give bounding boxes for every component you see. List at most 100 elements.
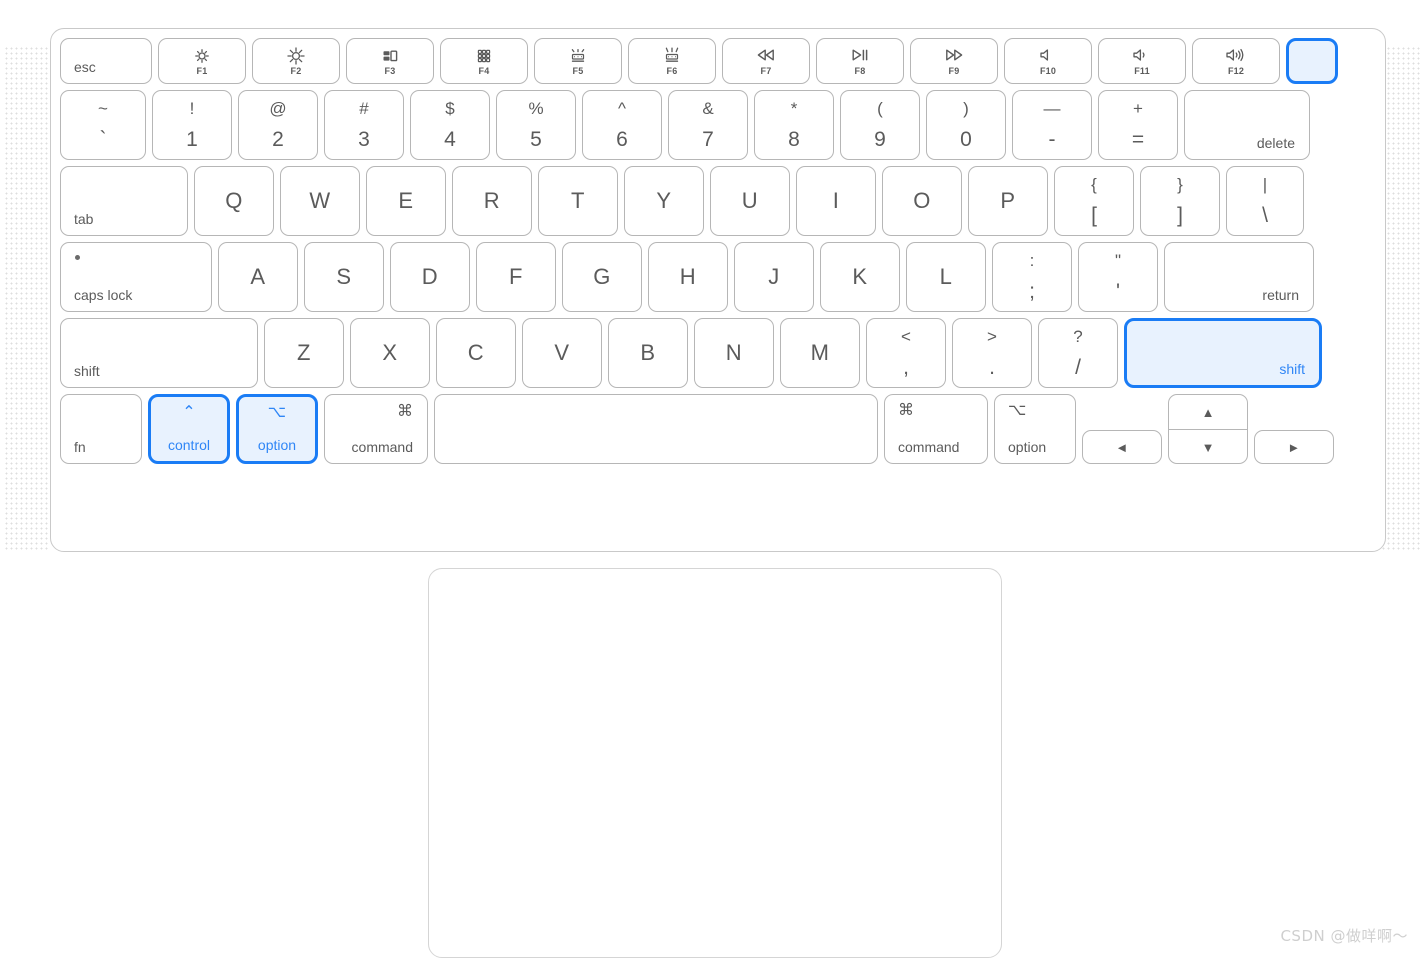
- keyboard-backlight-up-icon: [629, 47, 715, 65]
- key-letter-e[interactable]: E: [366, 166, 446, 236]
- key-char: J: [768, 264, 780, 289]
- key-letter-d[interactable]: D: [390, 242, 470, 312]
- key-letter-q[interactable]: Q: [194, 166, 274, 236]
- key-letter-j[interactable]: J: [734, 242, 814, 312]
- trackpad[interactable]: [428, 568, 1002, 958]
- key-space[interactable]: [434, 394, 878, 464]
- key-char: U: [741, 188, 759, 213]
- key-letter-o[interactable]: O: [882, 166, 962, 236]
- key-f3[interactable]: F3: [346, 38, 434, 84]
- key-f6[interactable]: F6: [628, 38, 716, 84]
- key-backslash[interactable]: | \: [1226, 166, 1304, 236]
- key-arrow-up[interactable]: ▲: [1169, 395, 1247, 429]
- key-letter-l[interactable]: L: [906, 242, 986, 312]
- key-quote[interactable]: " ': [1078, 242, 1158, 312]
- brightness-up-icon: [253, 47, 339, 65]
- key-fn[interactable]: fn: [60, 394, 142, 464]
- key-option-right[interactable]: ⌥ option: [994, 394, 1076, 464]
- key-digit-4[interactable]: $4: [410, 90, 490, 160]
- key-touch-id[interactable]: [1286, 38, 1338, 84]
- keyboard-backlight-down-icon: [535, 47, 621, 65]
- key-minus[interactable]: — -: [1012, 90, 1092, 160]
- key-slash[interactable]: ? /: [1038, 318, 1118, 388]
- key-bottom-symbol: 5: [530, 128, 542, 151]
- key-backtick[interactable]: ~ `: [60, 90, 146, 160]
- key-f11[interactable]: F11: [1098, 38, 1186, 84]
- key-semicolon[interactable]: :;: [992, 242, 1072, 312]
- key-equals[interactable]: + =: [1098, 90, 1178, 160]
- key-char: F: [509, 264, 523, 289]
- key-letter-h[interactable]: H: [648, 242, 728, 312]
- arrow-up-icon: ▲: [1201, 404, 1215, 420]
- key-letter-z[interactable]: Z: [264, 318, 344, 388]
- key-letter-c[interactable]: C: [436, 318, 516, 388]
- key-bottom-symbol: 9: [874, 128, 886, 151]
- key-letter-x[interactable]: X: [350, 318, 430, 388]
- key-return[interactable]: return: [1164, 242, 1314, 312]
- key-letter-k[interactable]: K: [820, 242, 900, 312]
- key-digit-6[interactable]: ^ 6: [582, 90, 662, 160]
- key-digit-7[interactable]: & 7: [668, 90, 748, 160]
- key-f2[interactable]: F2: [252, 38, 340, 84]
- fkey-label: F2: [290, 66, 302, 76]
- key-bottom-symbol: ]: [1177, 204, 1183, 227]
- key-f8[interactable]: F8: [816, 38, 904, 84]
- key-f9[interactable]: F9: [910, 38, 998, 84]
- key-modifier-symbol: ⌥: [267, 404, 287, 421]
- key-bracket-right[interactable]: }]: [1140, 166, 1220, 236]
- key-digit-8[interactable]: * 8: [754, 90, 834, 160]
- key-control[interactable]: ⌃ control: [148, 394, 230, 464]
- key-tab[interactable]: tab: [60, 166, 188, 236]
- key-command-left[interactable]: ⌘ command: [324, 394, 428, 464]
- key-comma[interactable]: <,: [866, 318, 946, 388]
- key-caps-lock[interactable]: caps lock: [60, 242, 212, 312]
- key-letter-m[interactable]: M: [780, 318, 860, 388]
- key-arrow-left[interactable]: ◄: [1082, 430, 1162, 464]
- key-period[interactable]: >.: [952, 318, 1032, 388]
- key-letter-i[interactable]: I: [796, 166, 876, 236]
- key-digit-5[interactable]: % 5: [496, 90, 576, 160]
- key-letter-a[interactable]: A: [218, 242, 298, 312]
- key-top-symbol: ~: [98, 99, 108, 118]
- key-arrow-down[interactable]: ▼: [1169, 430, 1247, 464]
- key-letter-w[interactable]: W: [280, 166, 360, 236]
- key-arrow-right[interactable]: ►: [1254, 430, 1334, 464]
- key-f12[interactable]: F12: [1192, 38, 1280, 84]
- key-letter-n[interactable]: N: [694, 318, 774, 388]
- key-letter-b[interactable]: B: [608, 318, 688, 388]
- key-letter-u[interactable]: U: [710, 166, 790, 236]
- key-letter-g[interactable]: G: [562, 242, 642, 312]
- volume-down-icon: [1099, 47, 1185, 63]
- key-letter-r[interactable]: R: [452, 166, 532, 236]
- key-bottom-symbol: -: [1048, 128, 1056, 151]
- key-digit-3[interactable]: #3: [324, 90, 404, 160]
- key-shift-right[interactable]: shift: [1124, 318, 1322, 388]
- key-letter-t[interactable]: T: [538, 166, 618, 236]
- key-letter-p[interactable]: P: [968, 166, 1048, 236]
- key-char: Q: [225, 188, 243, 213]
- key-top-symbol: <: [901, 327, 911, 346]
- key-top-symbol: {: [1091, 175, 1097, 194]
- key-delete[interactable]: delete: [1184, 90, 1310, 160]
- keyboard-row-bottom-letter-row: shift Z X C V B N M <, >.? / shift: [60, 318, 1338, 388]
- key-digit-1[interactable]: ! 1: [152, 90, 232, 160]
- key-shift-left[interactable]: shift: [60, 318, 258, 388]
- key-command-right[interactable]: ⌘ command: [884, 394, 988, 464]
- key-letter-s[interactable]: S: [304, 242, 384, 312]
- key-f7[interactable]: F7: [722, 38, 810, 84]
- key-letter-v[interactable]: V: [522, 318, 602, 388]
- key-f1[interactable]: F1: [158, 38, 246, 84]
- key-bracket-left[interactable]: {[: [1054, 166, 1134, 236]
- key-letter-f[interactable]: F: [476, 242, 556, 312]
- key-digit-9[interactable]: (9: [840, 90, 920, 160]
- key-letter-y[interactable]: Y: [624, 166, 704, 236]
- key-f10[interactable]: F10: [1004, 38, 1092, 84]
- key-char: B: [640, 340, 656, 365]
- key-option-left[interactable]: ⌥ option: [236, 394, 318, 464]
- key-digit-0[interactable]: ) 0: [926, 90, 1006, 160]
- key-f5[interactable]: F5: [534, 38, 622, 84]
- key-digit-2[interactable]: @2: [238, 90, 318, 160]
- key-f4[interactable]: F4: [440, 38, 528, 84]
- arrow-updown-group: ▲ ▼: [1168, 394, 1248, 464]
- key-esc[interactable]: esc: [60, 38, 152, 84]
